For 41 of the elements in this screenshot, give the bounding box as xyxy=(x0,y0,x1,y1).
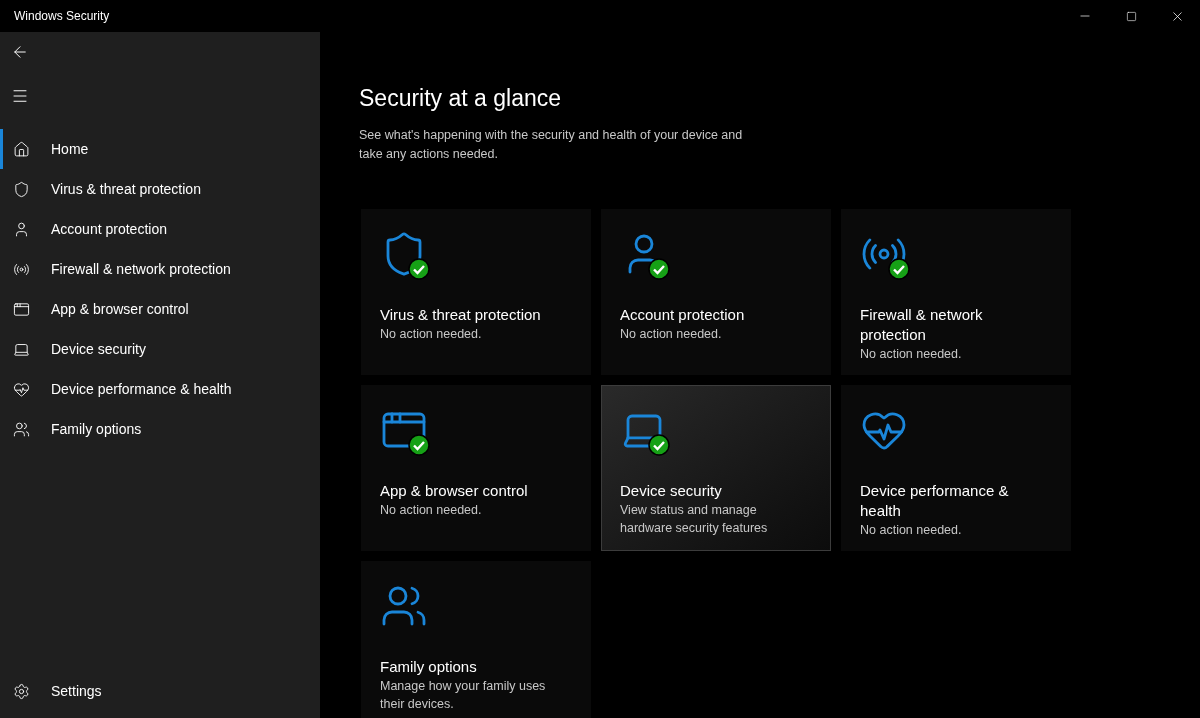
window-icon xyxy=(13,300,30,318)
tile-title: Firewall & network protection xyxy=(860,305,984,345)
people-icon xyxy=(13,420,30,438)
nav-item[interactable]: Device security xyxy=(0,329,320,369)
page-description: See what's happening with the security and health of your device and take any actions needed. xyxy=(359,127,744,163)
heart-pulse-icon xyxy=(13,380,30,398)
security-tile[interactable]: App & browser control No action needed. xyxy=(361,385,591,551)
tile-title: Virus & threat protection xyxy=(380,305,542,325)
nav-item[interactable]: Account protection xyxy=(0,209,320,249)
tile-title: Account protection xyxy=(620,305,746,325)
tile-status: View status and manage hardware security features xyxy=(620,502,769,537)
security-tile[interactable]: Virus & threat protection No action needed. xyxy=(361,209,591,375)
security-tile[interactable]: Device performance & health No action needed. xyxy=(841,385,1071,551)
nav-item[interactable]: Device performance & health xyxy=(0,369,320,409)
settings-item[interactable]: Settings xyxy=(0,671,320,711)
tile-title: App & browser control xyxy=(380,481,529,501)
person-icon xyxy=(13,220,30,238)
page-title: Security at a glance xyxy=(359,84,562,113)
home-icon xyxy=(13,140,30,158)
security-tile[interactable]: Account protection No action needed. xyxy=(601,209,831,375)
tile-title: Family options xyxy=(380,657,478,677)
maximize-icon xyxy=(1125,10,1137,22)
nav-item[interactable]: Family options xyxy=(0,409,320,449)
tile-status: No action needed. xyxy=(860,522,963,539)
security-tile[interactable]: Family options Manage how your family uses their devices. xyxy=(361,561,591,718)
tile-title: Device performance & health xyxy=(860,481,1010,521)
tile-status: No action needed. xyxy=(860,346,963,363)
settings-icon xyxy=(13,682,30,700)
security-tile[interactable]: Firewall & network protection No action needed. xyxy=(841,209,1071,375)
nav-item[interactable]: App & browser control xyxy=(0,289,320,329)
tile-title: Device security xyxy=(620,481,723,501)
tile-status: Manage how your family uses their devices. xyxy=(380,678,547,713)
tile-status: No action needed. xyxy=(380,326,483,343)
tile-status: No action needed. xyxy=(620,326,723,343)
window-title: Windows Security xyxy=(14,8,110,25)
nav-item[interactable]: Virus & threat protection xyxy=(0,169,320,209)
nav-item[interactable]: Firewall & network protection xyxy=(0,249,320,289)
security-tile[interactable]: Device security View status and manage hardware security features xyxy=(601,385,831,551)
menu-icon xyxy=(11,87,29,105)
tile-status: No action needed. xyxy=(380,502,483,519)
shield-icon xyxy=(13,180,30,198)
